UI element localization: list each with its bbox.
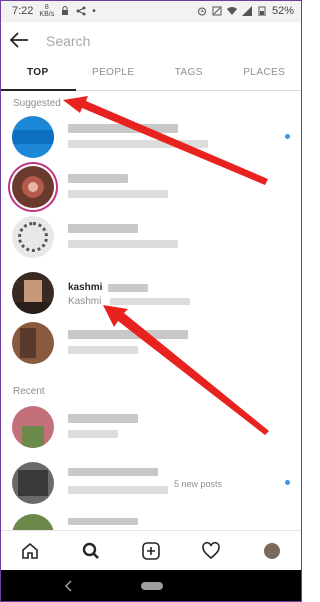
add-post-icon[interactable] xyxy=(140,540,162,562)
battery-percent: 52% xyxy=(271,5,294,17)
avatar xyxy=(12,116,54,158)
wifi-icon xyxy=(226,7,237,15)
system-back-icon[interactable] xyxy=(64,580,74,592)
avatar xyxy=(12,166,54,208)
new-post-dot xyxy=(285,480,290,485)
redacted-subtitle xyxy=(68,430,118,438)
network-speed-unit: KB/s xyxy=(39,11,55,18)
redacted-subtitle xyxy=(68,190,168,198)
signal-icon xyxy=(241,6,252,16)
avatar xyxy=(12,322,54,364)
tab-people[interactable]: PEOPLE xyxy=(76,58,152,90)
network-speed-value: 8 xyxy=(44,4,49,11)
user-subtitle: Kashmi xyxy=(68,296,102,307)
battery-icon xyxy=(258,6,266,16)
tab-tags[interactable]: TAGS xyxy=(151,58,227,90)
redacted-name xyxy=(68,414,138,423)
avatar xyxy=(12,514,54,530)
redacted-name xyxy=(68,468,158,476)
more-dots-icon: • xyxy=(92,5,96,17)
avatar xyxy=(12,462,54,504)
list-item[interactable] xyxy=(0,402,302,452)
redacted-name xyxy=(68,518,138,525)
status-time: 7:22 xyxy=(12,5,34,17)
avatar xyxy=(12,216,54,258)
user-name: kashmi xyxy=(68,282,103,293)
list-item[interactable]: 5 new posts xyxy=(0,458,302,508)
share-icon xyxy=(76,6,86,16)
tab-top[interactable]: TOP xyxy=(0,58,76,91)
lock-icon xyxy=(62,6,69,15)
redacted-name xyxy=(68,330,188,339)
search-tabs: TOP PEOPLE TAGS PLACES xyxy=(0,58,302,91)
activity-heart-icon[interactable] xyxy=(200,540,222,562)
list-item[interactable] xyxy=(0,510,302,530)
status-bar: 7:22 8 KB/s • 52% xyxy=(0,0,302,22)
redacted-name xyxy=(68,224,138,233)
redacted-name xyxy=(68,124,178,133)
redacted-subtitle xyxy=(68,486,168,494)
redacted-subtitle xyxy=(68,346,138,354)
avatar xyxy=(12,272,54,314)
tab-places[interactable]: PLACES xyxy=(227,58,303,90)
search-input[interactable] xyxy=(44,28,288,54)
list-item[interactable] xyxy=(0,318,302,368)
redacted-subtitle-rest xyxy=(110,298,190,305)
section-recent: Recent xyxy=(13,386,45,397)
list-item[interactable] xyxy=(0,112,302,162)
list-item[interactable] xyxy=(0,162,302,212)
redacted-subtitle xyxy=(68,240,178,248)
home-icon[interactable] xyxy=(19,540,41,562)
search-bar xyxy=(0,22,302,58)
new-posts-count: 5 new posts xyxy=(174,479,223,489)
mute-icon xyxy=(212,6,222,16)
redacted-subtitle xyxy=(68,140,208,148)
new-post-dot xyxy=(285,134,290,139)
bottom-navigation xyxy=(0,530,302,571)
section-suggested: Suggested xyxy=(13,98,61,109)
back-arrow-icon[interactable] xyxy=(8,30,30,50)
list-item[interactable]: kashmi Kashmi xyxy=(0,268,302,318)
profile-avatar[interactable] xyxy=(261,540,283,562)
list-item[interactable] xyxy=(0,212,302,262)
search-icon[interactable] xyxy=(80,540,102,562)
alarm-icon xyxy=(197,7,206,16)
system-home-pill[interactable] xyxy=(141,582,163,590)
avatar xyxy=(12,406,54,448)
network-speed: 8 KB/s xyxy=(39,4,54,18)
redacted-name xyxy=(68,174,128,183)
redacted-name-rest xyxy=(108,284,148,292)
system-navigation-bar xyxy=(0,570,302,602)
